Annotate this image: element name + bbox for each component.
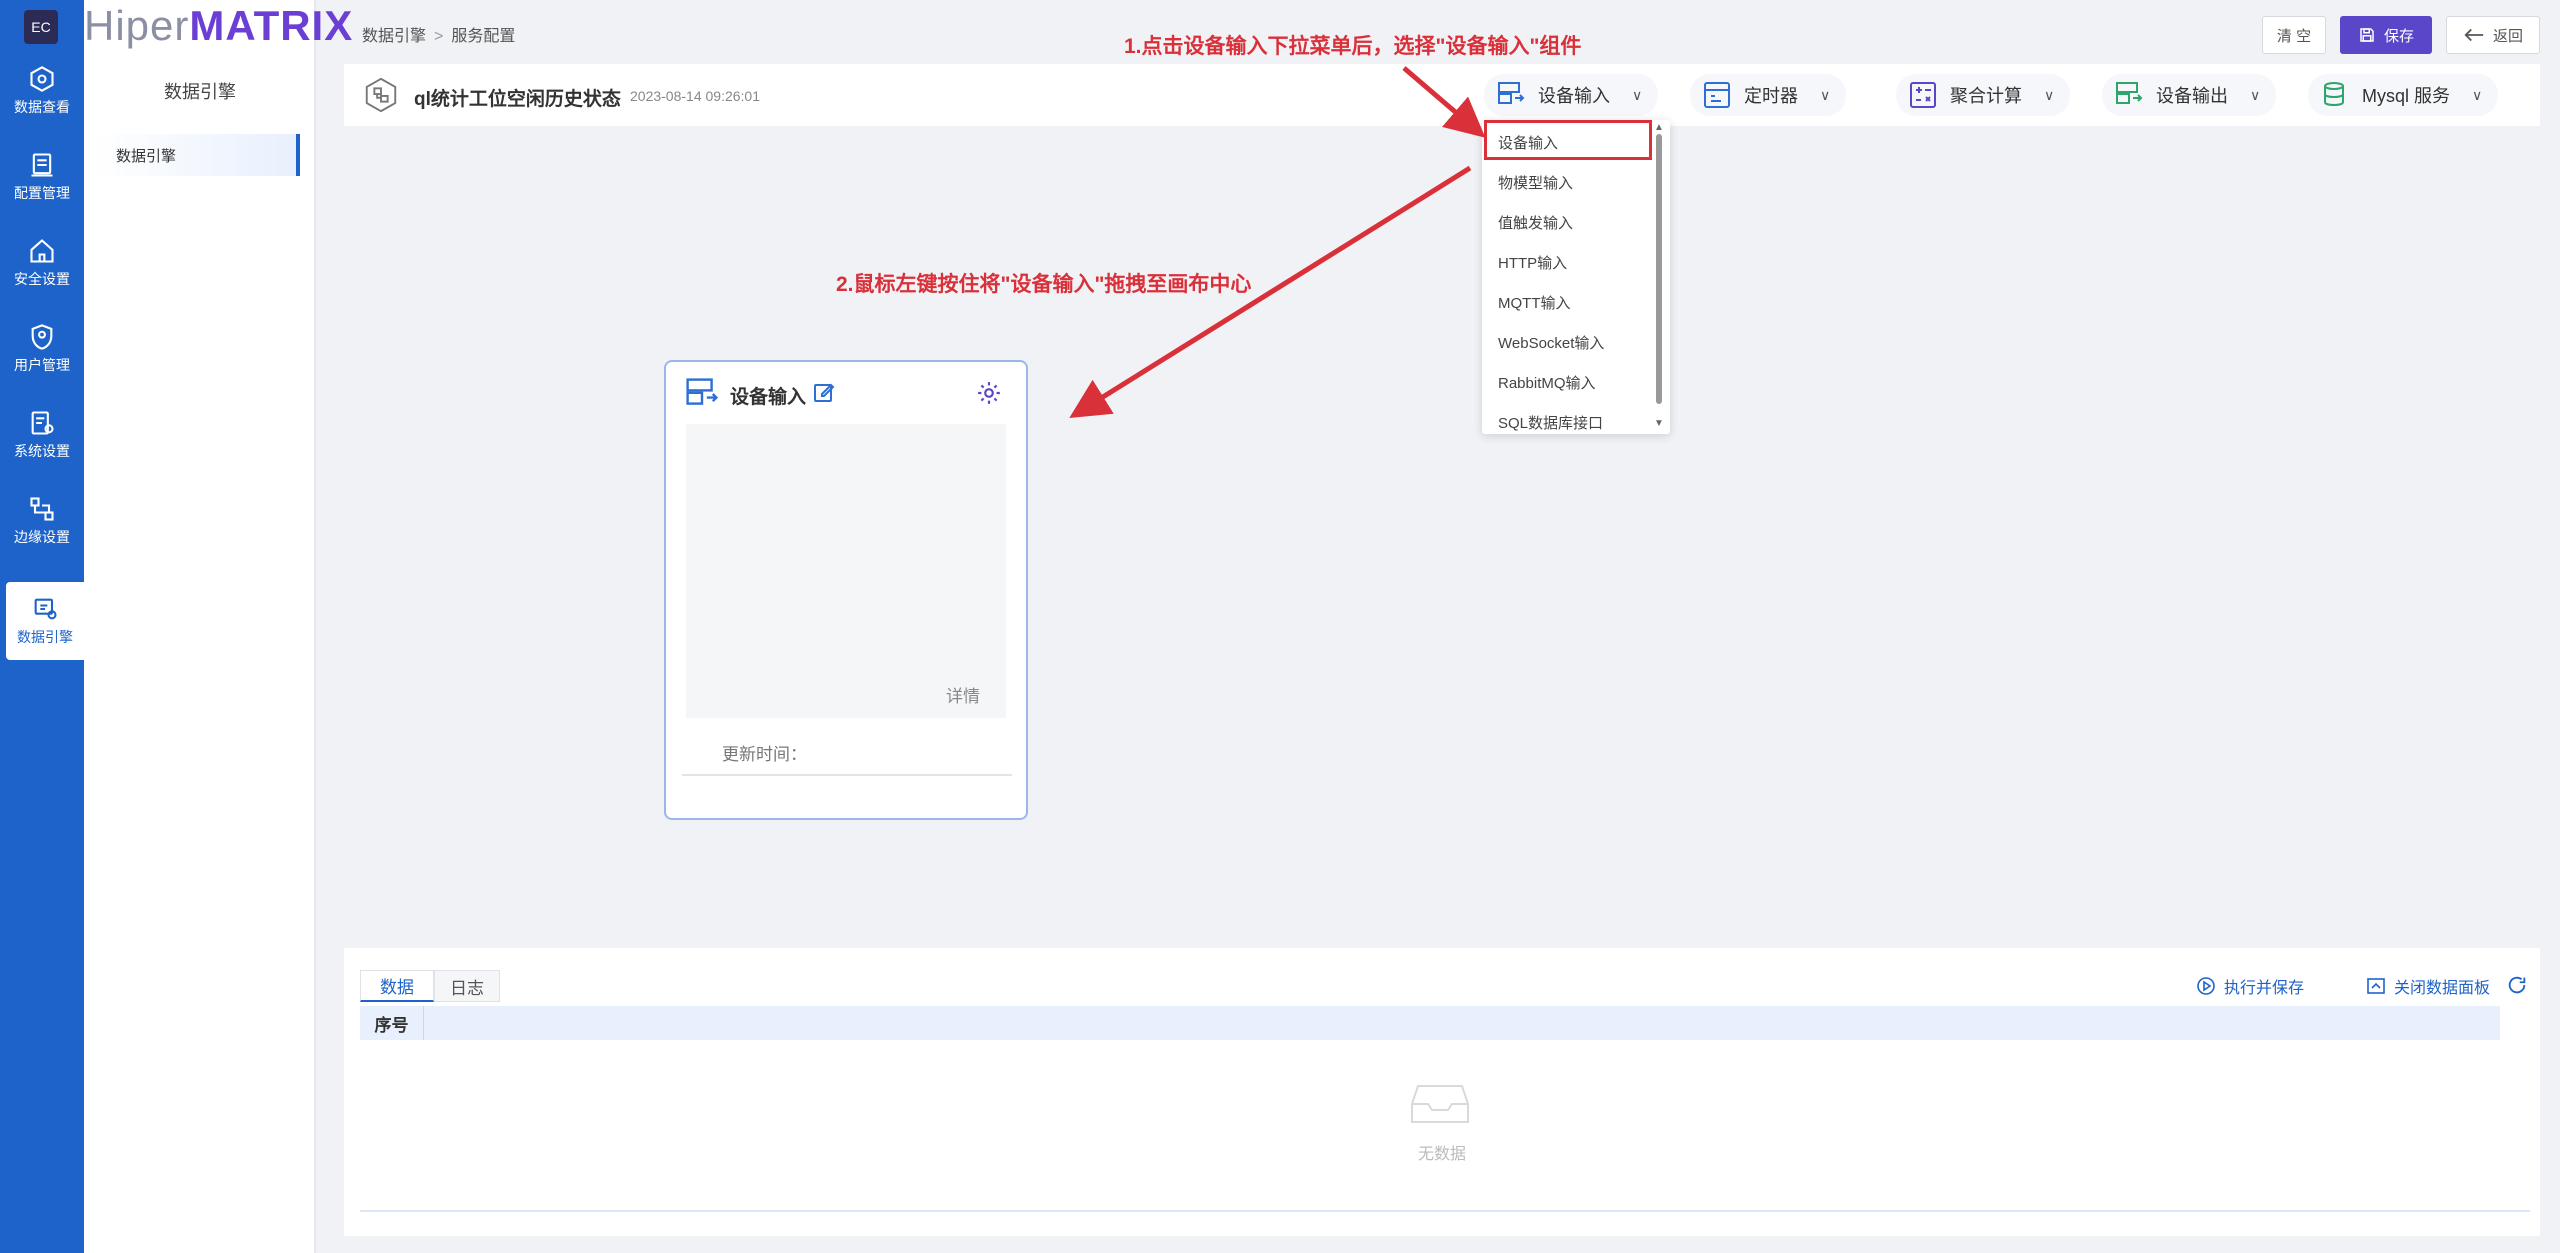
chevron-down-icon: ∨ xyxy=(2044,86,2055,103)
rail-label: 数据查看 xyxy=(14,99,70,115)
cube-icon xyxy=(30,66,54,92)
chevron-down-icon: ∨ xyxy=(2250,86,2261,103)
scroll-up-icon[interactable]: ▲ xyxy=(1654,122,1664,133)
node-body xyxy=(686,424,1006,718)
app-logo: EC xyxy=(24,10,58,44)
device-output-icon xyxy=(2116,82,2143,104)
service-icon xyxy=(365,77,397,113)
tool-timer[interactable]: 定时器 ∨ xyxy=(1690,74,1847,116)
chevron-down-icon: ∨ xyxy=(1820,86,1831,103)
gear-icon[interactable] xyxy=(976,380,1002,406)
engine-icon xyxy=(34,598,57,620)
rail-label: 用户管理 xyxy=(14,357,70,373)
annotation-step1: 1.点击设备输入下拉菜单后，选择"设备输入"组件 xyxy=(1124,35,1582,58)
device-input-dropdown: 设备输入 物模型输入 值触发输入 HTTP输入 MQTT输入 WebSocket… xyxy=(1482,120,1670,434)
home-shield-icon xyxy=(30,239,54,263)
sidebar-item-data-engine[interactable]: 数据引擎 xyxy=(92,134,300,176)
nav-rail: EC 数据查看 配置管理 安全设置 用户管理 系统设置 边缘设置 数据引擎 xyxy=(0,0,84,1253)
settings-doc-icon xyxy=(31,411,54,435)
node-divider xyxy=(682,774,1012,776)
run-save-button[interactable]: 执行并保存 xyxy=(2196,974,2304,998)
rail-label: 配置管理 xyxy=(14,185,70,201)
database-icon xyxy=(2324,82,2344,107)
device-input-node[interactable]: 设备输入 详情 更新时间： xyxy=(664,360,1028,820)
breadcrumb: 数据引擎 > 服务配置 xyxy=(362,28,516,45)
device-input-icon xyxy=(1498,82,1525,104)
save-button[interactable]: 保存 xyxy=(2340,16,2432,54)
tool-device-output[interactable]: 设备输出 ∨ xyxy=(2102,74,2277,116)
arrow-left-icon xyxy=(2464,28,2484,42)
inbox-icon xyxy=(1411,1085,1469,1123)
empty-text: 无数据 xyxy=(1418,1146,1467,1163)
chevron-down-icon: ∨ xyxy=(1632,86,1643,103)
back-button[interactable]: 返回 xyxy=(2446,16,2540,54)
brand-logo: Hiper MATRIX xyxy=(84,2,354,49)
rail-label: 系统设置 xyxy=(14,443,70,459)
node-updated-label: 更新时间： xyxy=(722,745,807,764)
dropdown-item-device-input[interactable]: 设备输入 xyxy=(1498,132,1558,153)
timer-icon xyxy=(1704,82,1730,108)
edit-icon[interactable] xyxy=(812,380,836,404)
panel-scrollbar[interactable] xyxy=(360,1210,2530,1212)
refresh-icon[interactable] xyxy=(2506,974,2528,996)
tool-mysql[interactable]: Mysql 服务 ∨ xyxy=(2308,74,2499,116)
dropdown-item-http[interactable]: HTTP输入 xyxy=(1498,252,1567,273)
breadcrumb-root[interactable]: 数据引擎 xyxy=(362,28,426,45)
tab-log[interactable]: 日志 xyxy=(434,970,500,1002)
tool-aggregate[interactable]: 聚合计算 ∨ xyxy=(1896,74,2071,116)
rail-label: 安全设置 xyxy=(14,271,70,287)
rail-item-data-engine[interactable]: 数据引擎 xyxy=(6,582,84,660)
calc-icon xyxy=(1910,82,1936,108)
rail-label: 边缘设置 xyxy=(14,529,70,545)
secondary-sidebar xyxy=(84,0,316,1253)
user-shield-icon xyxy=(31,324,53,350)
device-input-icon xyxy=(686,378,719,405)
service-timestamp: 2023-08-14 09:26:01 xyxy=(630,88,760,104)
data-panel: 数据 日志 执行并保存 关闭数据面板 序号 无数据 xyxy=(344,948,2540,1236)
service-header: ql统计工位空闲历史状态 2023-08-14 09:26:01 设备输入 ∨ 定… xyxy=(344,64,2540,126)
tool-device-input[interactable]: 设备输入 ∨ xyxy=(1484,74,1659,116)
dropdown-scrollbar[interactable] xyxy=(1656,134,1662,404)
dropdown-item-websocket[interactable]: WebSocket输入 xyxy=(1498,332,1604,353)
rail-item-data-view[interactable]: 数据查看 xyxy=(0,52,84,130)
dropdown-item-rabbitmq[interactable]: RabbitMQ输入 xyxy=(1498,372,1596,393)
rail-item-config[interactable]: 配置管理 xyxy=(0,138,84,216)
scroll-down-icon[interactable]: ▼ xyxy=(1654,418,1664,429)
edge-icon xyxy=(30,497,54,521)
dropdown-item-sql[interactable]: SQL数据库接口 xyxy=(1498,412,1603,433)
collapse-icon xyxy=(2367,978,2385,994)
rail-item-system[interactable]: 系统设置 xyxy=(0,396,84,474)
breadcrumb-current: 服务配置 xyxy=(451,28,516,45)
service-title: ql统计工位空闲历史状态 xyxy=(414,89,621,110)
dropdown-item-mqtt[interactable]: MQTT输入 xyxy=(1498,292,1571,313)
save-icon xyxy=(2360,28,2374,42)
annotation-step2: 2.鼠标左键按住将"设备输入"拖拽至画布中心 xyxy=(836,273,1252,296)
tab-data[interactable]: 数据 xyxy=(360,970,434,1002)
sidebar-title: 数据引擎 xyxy=(164,82,236,102)
dropdown-item-thing-model[interactable]: 物模型输入 xyxy=(1498,172,1573,193)
close-panel-button[interactable]: 关闭数据面板 xyxy=(2366,974,2490,998)
dropdown-item-value-trigger[interactable]: 值触发输入 xyxy=(1498,212,1573,233)
clear-button[interactable]: 清 空 xyxy=(2262,16,2326,54)
rail-label: 数据引擎 xyxy=(17,629,73,645)
play-circle-icon xyxy=(2197,977,2215,995)
table-header: 序号 xyxy=(360,1006,2500,1040)
column-index: 序号 xyxy=(360,1006,424,1040)
chevron-down-icon: ∨ xyxy=(2472,86,2483,103)
document-icon xyxy=(31,153,53,177)
node-title: 设备输入 xyxy=(730,387,807,408)
rail-item-edge[interactable]: 边缘设置 xyxy=(0,482,84,560)
node-detail-link[interactable]: 详情 xyxy=(946,682,980,707)
rail-item-users[interactable]: 用户管理 xyxy=(0,310,84,388)
rail-item-security[interactable]: 安全设置 xyxy=(0,224,84,302)
